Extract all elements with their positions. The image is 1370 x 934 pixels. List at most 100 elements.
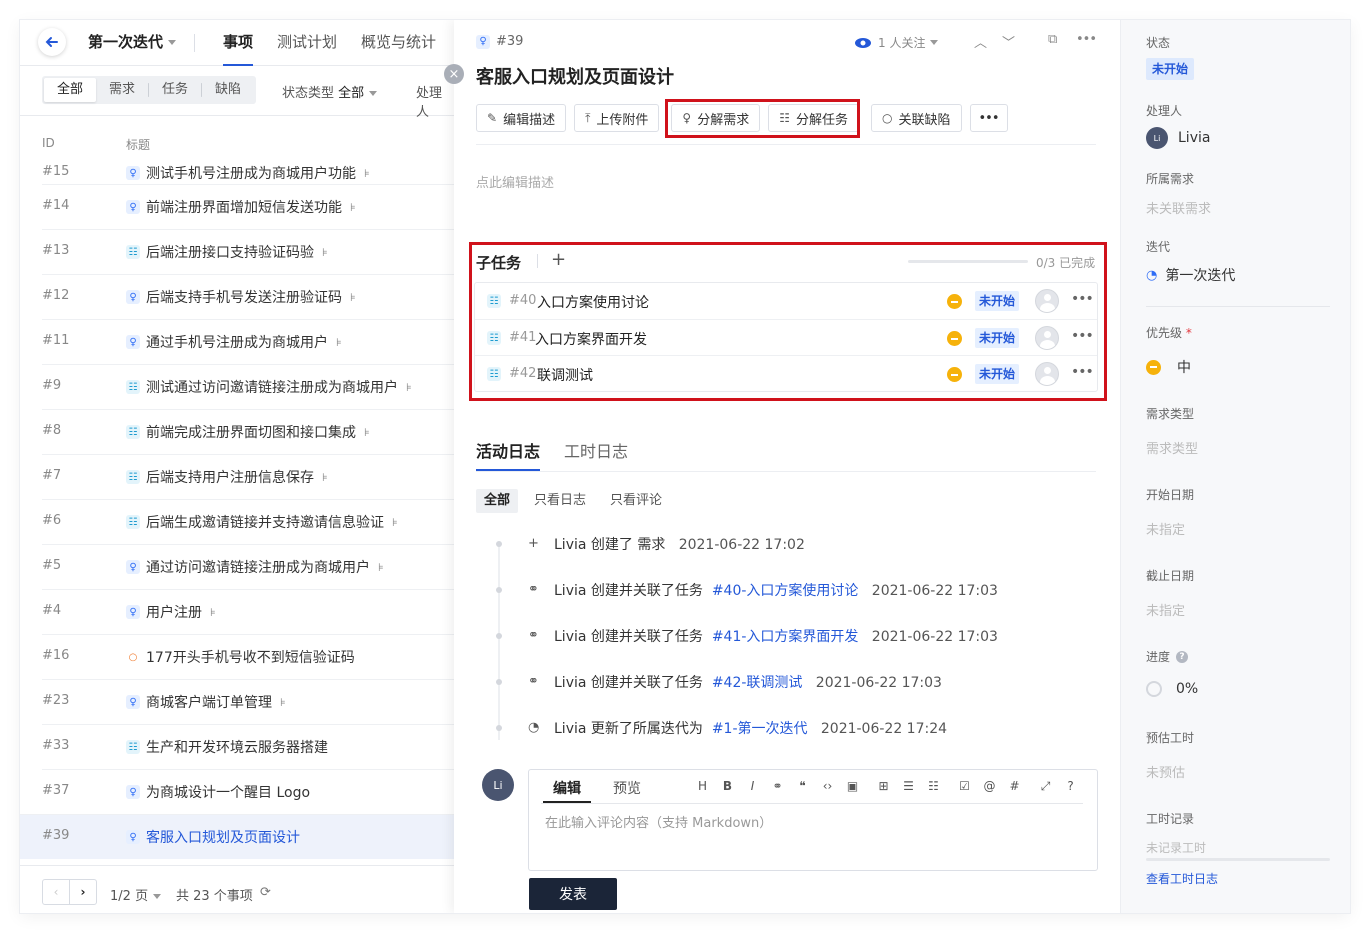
req-type-field[interactable]: 需求类型 [1146, 438, 1198, 457]
more-icon[interactable]: ••• [1071, 364, 1094, 380]
prev-page-button[interactable]: ‹ [42, 879, 70, 905]
fullscreen-icon[interactable]: ⤢ [1033, 779, 1058, 794]
help-icon[interactable]: ? [1058, 779, 1083, 794]
comment-input[interactable]: 在此输入评论内容（支持 Markdown） [545, 812, 772, 831]
priority-field[interactable]: 中 [1146, 357, 1191, 377]
more-icon[interactable]: ••• [1071, 328, 1094, 344]
segment-bug[interactable]: 缺陷 [202, 78, 254, 102]
editor-tab-preview[interactable]: 预览 [613, 778, 641, 798]
priority-medium-icon[interactable] [947, 367, 962, 382]
table-row[interactable]: #37 ♀ 为商城设计一个醒目 Logo [42, 769, 454, 814]
hash-icon[interactable]: # [1002, 779, 1027, 794]
bold-icon[interactable]: B [715, 779, 740, 794]
iteration-field[interactable]: ◔ 第一次迭代 [1146, 265, 1235, 285]
segment-all[interactable]: 全部 [44, 78, 97, 102]
event-link[interactable]: #1-第一次迭代 [712, 721, 808, 737]
close-panel-button[interactable]: × [444, 64, 464, 84]
status-badge[interactable]: 未开始 [975, 364, 1020, 384]
tab-test-plan[interactable]: 测试计划 [277, 31, 337, 52]
issue-title[interactable]: 客服入口规划及页面设计 [476, 63, 674, 89]
filter-comments-only[interactable]: 只看评论 [602, 489, 670, 513]
table-row[interactable]: #12 ♀ 后端支持手机号发送注册验证码 ⊧ [42, 274, 454, 319]
bullet-list-icon[interactable]: ☷ [921, 779, 946, 794]
start-date-field[interactable]: 未指定 [1146, 519, 1185, 538]
assignee-label: 处理人 [1146, 104, 1183, 118]
event-link[interactable]: #40-入口方案使用讨论 [712, 583, 859, 599]
table-row[interactable]: #33 ☷ 生产和开发环境云服务器搭建 [42, 724, 454, 769]
event-link[interactable]: #41-入口方案界面开发 [712, 629, 859, 645]
next-page-button[interactable]: › [69, 879, 97, 905]
avatar[interactable] [1035, 326, 1059, 350]
event-link[interactable]: #42-联调测试 [712, 675, 803, 691]
assignee-field[interactable]: Li Livia [1146, 127, 1210, 149]
chevron-down-nav-icon[interactable]: ﹀ [1002, 32, 1015, 51]
post-button[interactable]: 发表 [529, 878, 617, 910]
subtask-row[interactable]: ☷ #40 入口方案使用讨论 未开始 ••• [475, 283, 1097, 319]
image-icon[interactable]: ▣ [840, 779, 865, 794]
avatar[interactable] [1035, 362, 1059, 386]
filter-logs-only[interactable]: 只看日志 [526, 489, 594, 513]
requirement-field[interactable]: 未关联需求 [1146, 198, 1211, 217]
table-row[interactable]: #8 ☷ 前端完成注册界面切图和接口集成 ⊧ [42, 409, 454, 454]
tab-worklog[interactable]: 工时日志 [564, 438, 628, 462]
page-selector[interactable]: 1/2 页 [110, 885, 162, 904]
add-subtask-button[interactable]: + [551, 249, 566, 270]
watch-button[interactable]: 1 人关注 [854, 34, 939, 51]
more-icon[interactable]: ••• [1076, 32, 1097, 47]
table-row[interactable]: #23 ♀ 商城客户端订单管理 ⊧ [42, 679, 454, 724]
open-new-window-icon[interactable]: ⧉ [1048, 32, 1057, 47]
status-badge[interactable]: 未开始 [975, 291, 1020, 311]
more-icon[interactable]: ••• [1071, 291, 1094, 307]
status-field[interactable]: 未开始 [1146, 58, 1195, 80]
table-row[interactable]: #16 ○ 177开头手机号收不到短信验证码 [42, 634, 454, 679]
chevron-up-icon[interactable]: ︿ [974, 32, 987, 51]
editor-tab-edit[interactable]: 编辑 [543, 778, 591, 803]
upload-attachment-button[interactable]: ⤒ 上传附件 [574, 104, 660, 132]
heading-icon[interactable]: H [690, 779, 715, 794]
segment-task[interactable]: 任务 [149, 78, 201, 102]
quote-icon[interactable]: ❝ [790, 779, 815, 794]
iteration-selector[interactable]: 第一次迭代 [88, 31, 177, 52]
priority-medium-icon[interactable] [947, 331, 962, 346]
table-row[interactable]: #9 ☷ 测试通过访问邀请链接注册成为商城用户 ⊧ [42, 364, 454, 409]
link-bug-button[interactable]: ○ 关联缺陷 [871, 104, 962, 132]
table-row[interactable]: #11 ♀ 通过手机号注册成为商城用户 ⊧ [42, 319, 454, 364]
table-row[interactable]: #5 ♀ 通过访问邀请链接注册成为商城用户 ⊧ [42, 544, 454, 589]
checkbox-icon[interactable]: ☑ [952, 779, 977, 794]
subtask-row[interactable]: ☷ #42 联调测试 未开始 ••• [475, 355, 1097, 391]
italic-icon[interactable]: I [740, 779, 765, 794]
status-badge[interactable]: 未开始 [975, 328, 1020, 348]
priority-medium-icon[interactable] [947, 294, 962, 309]
avatar[interactable] [1035, 289, 1059, 313]
mention-icon[interactable]: @ [977, 779, 1002, 794]
due-date-field[interactable]: 未指定 [1146, 600, 1185, 619]
progress-field[interactable]: 0% [1146, 681, 1198, 697]
code-icon[interactable]: ‹› [815, 779, 840, 794]
tab-overview[interactable]: 概览与统计 [361, 31, 436, 52]
status-type-filter[interactable]: 状态类型 全部 [282, 82, 378, 101]
subtask-row[interactable]: ☷ #41 入口方案界面开发 未开始 ••• [475, 319, 1097, 355]
table-row[interactable]: #39 ♀ 客服入口规划及页面设计 [20, 814, 454, 859]
edit-description-button[interactable]: ✎ 编辑描述 [476, 104, 567, 132]
table-row[interactable]: #7 ☷ 后端支持用户注册信息保存 ⊧ [42, 454, 454, 499]
assignee-filter[interactable]: 处理人 [416, 82, 454, 120]
table-row[interactable]: #15 ♀ 测试手机号注册成为商城用户功能 ⊧ [42, 162, 454, 184]
tab-items[interactable]: 事项 [223, 31, 254, 66]
refresh-icon[interactable]: ⟳ [260, 885, 271, 900]
table-row[interactable]: #14 ♀ 前端注册界面增加短信发送功能 ⊧ [42, 184, 454, 229]
filter-all[interactable]: 全部 [476, 489, 519, 513]
estimate-field[interactable]: 未预估 [1146, 762, 1185, 781]
table-row[interactable]: #13 ☷ 后端注册接口支持验证码验 ⊧ [42, 229, 454, 274]
link-icon[interactable]: ⚭ [765, 779, 790, 794]
segment-req[interactable]: 需求 [96, 78, 148, 102]
view-worklog-link[interactable]: 查看工时日志 [1146, 870, 1218, 887]
description-placeholder[interactable]: 点此编辑描述 [476, 172, 554, 191]
table-row[interactable]: #4 ♀ 用户注册 ⊧ [42, 589, 454, 634]
tab-activity-log[interactable]: 活动日志 [476, 438, 541, 471]
back-button[interactable] [38, 28, 66, 56]
more-actions-button[interactable]: ••• [969, 104, 1008, 132]
table-row[interactable]: #6 ☷ 后端生成邀请链接并支持邀请信息验证 ⊧ [42, 499, 454, 544]
ordered-list-icon[interactable]: ☰ [896, 779, 921, 794]
help-icon[interactable]: ? [1176, 650, 1189, 663]
table-icon[interactable]: ⊞ [871, 779, 896, 794]
